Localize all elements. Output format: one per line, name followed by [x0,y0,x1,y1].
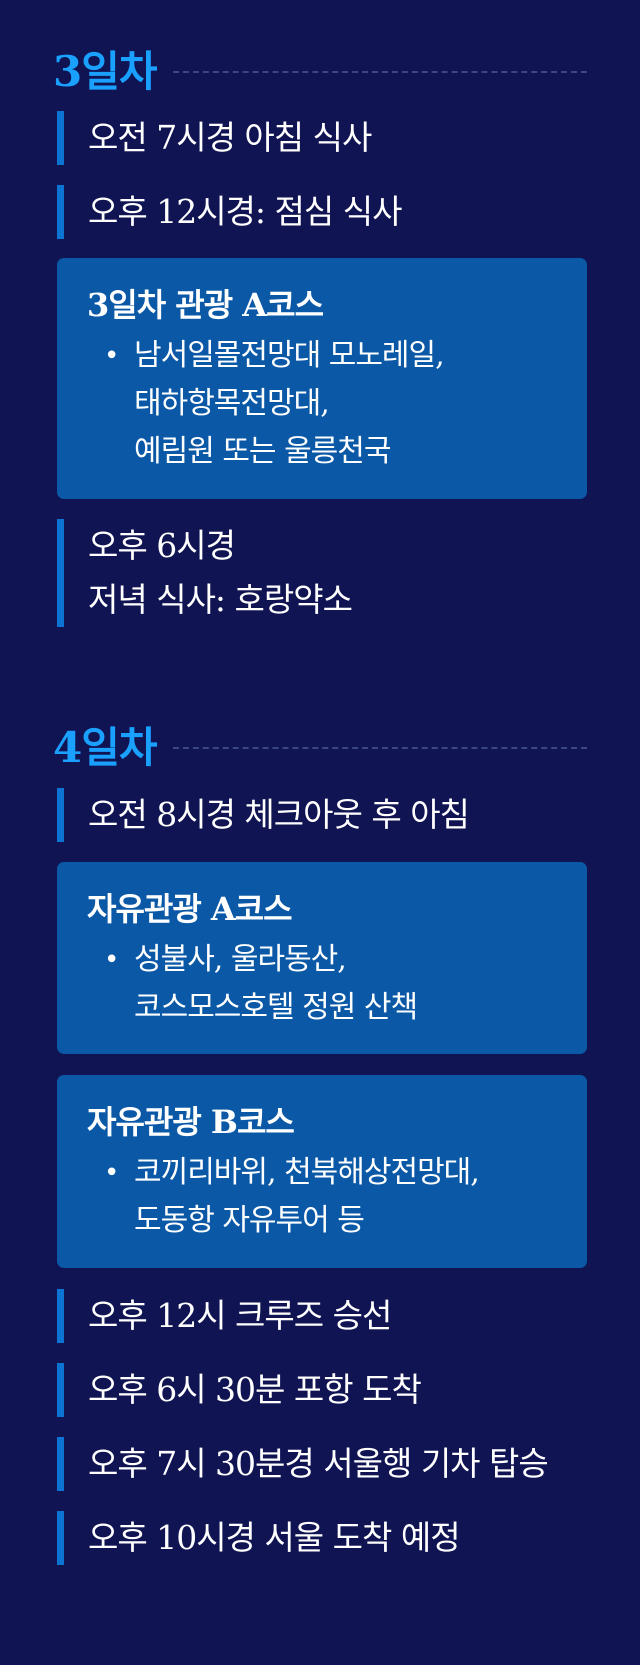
day3-dinner-item: 오후 6시경 저녁 식사: 호랑약소 [57,519,587,627]
day4-checkout-item: 오전 8시경 체크아웃 후 아침 [57,788,587,842]
day3-tour-line-1: 남서일몰전망대 모노레일, [134,338,445,373]
day3-tour-list-item: • 남서일몰전망대 모노레일, 태하항목전망대, 예림원 또는 울릉천국 [87,332,557,476]
day4-tour-b-list: • 코끼리바위, 천북해상전망대, 도동항 자유투어 등 [87,1149,557,1245]
day4-tour-a-card: 자유관광 A코스 • 성불사, 울라동산, 코스모스호텔 정원 산책 [57,862,587,1054]
day3-dinner-text: 저녁 식사: 호랑약소 [88,580,353,619]
bullet-dot-icon: • [104,945,119,975]
day3-title: 3일차 [53,47,158,96]
day4-arrival-pohang-text: 오후 6시 30분 포항 도착 [88,1370,422,1409]
day4-tour-b-list-item: • 코끼리바위, 천북해상전망대, 도동항 자유투어 등 [87,1149,557,1245]
day4-tour-b-card: 자유관광 B코스 • 코끼리바위, 천북해상전망대, 도동항 자유투어 등 [57,1075,587,1268]
day3-divider [172,71,587,73]
day4-tour-a-list: • 성불사, 울라동산, 코스모스호텔 정원 산책 [87,936,557,1032]
day4-tour-a-list-item: • 성불사, 울라동산, 코스모스호텔 정원 산책 [87,936,557,1032]
day4-tour-b-line-2: 도동항 자유투어 등 [134,1203,365,1238]
bullet-dot-icon: • [104,1158,119,1188]
bullet-dot-icon: • [104,341,119,371]
day4-checkout-text: 오전 8시경 체크아웃 후 아침 [88,795,470,834]
day4-title: 4일차 [53,723,158,772]
day4-tour-b-title: 자유관광 B코스 [87,1103,295,1141]
day4-cruise-text: 오후 12시 크루즈 승선 [88,1296,392,1335]
day3-tour-list: • 남서일몰전망대 모노레일, 태하항목전망대, 예림원 또는 울릉천국 [87,332,557,476]
day4-arrival-seoul-text: 오후 10시경 서울 도착 예정 [88,1518,461,1557]
day3-tour-card: 3일차 관광 A코스 • 남서일몰전망대 모노레일, 태하항목전망대, 예림원 … [57,258,587,499]
day3-tour-line-3: 예림원 또는 울릉천국 [134,434,391,469]
day4-arrival-pohang-item: 오후 6시 30분 포항 도착 [57,1363,587,1417]
day3-tour-line-2: 태하항목전망대, [134,386,330,421]
day4-cruise-item: 오후 12시 크루즈 승선 [57,1289,587,1343]
day4-header: 4일차 [53,720,587,776]
day4-divider [172,747,587,749]
day3-lunch-item: 오후 12시경: 점심 식사 [57,185,587,239]
day4-train-item: 오후 7시 30분경 서울행 기차 탑승 [57,1437,587,1491]
day3-lunch-text: 오후 12시경: 점심 식사 [88,192,402,231]
day3-dinner-time: 오후 6시경 [88,526,236,565]
day3-breakfast-text: 오전 7시경 아침 식사 [88,118,372,157]
day4-train-text: 오후 7시 30분경 서울행 기차 탑승 [88,1444,549,1483]
day3-tour-card-title: 3일차 관광 A코스 [87,286,324,324]
day4-tour-a-title: 자유관광 A코스 [87,890,293,928]
day4-tour-a-line-2: 코스모스호텔 정원 산책 [134,990,418,1025]
day4-tour-b-line-1: 코끼리바위, 천북해상전망대, [134,1155,480,1190]
day4-arrival-seoul-item: 오후 10시경 서울 도착 예정 [57,1511,587,1565]
day3-breakfast-item: 오전 7시경 아침 식사 [57,111,587,165]
day4-tour-a-line-1: 성불사, 울라동산, [134,942,347,977]
day3-header: 3일차 [53,44,587,100]
